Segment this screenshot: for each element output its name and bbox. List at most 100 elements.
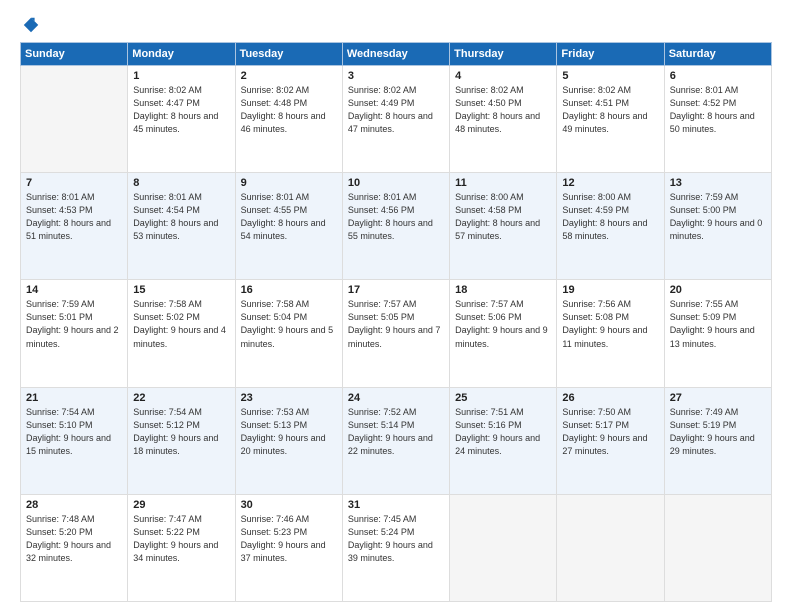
calendar-cell	[557, 494, 664, 601]
calendar-cell: 16Sunrise: 7:58 AMSunset: 5:04 PMDayligh…	[235, 280, 342, 387]
day-number: 27	[670, 392, 766, 404]
day-info: Sunrise: 7:49 AMSunset: 5:19 PMDaylight:…	[670, 406, 766, 458]
calendar-cell: 1 Sunrise: 8:02 AMSunset: 4:47 PMDaylight…	[128, 66, 235, 173]
calendar-cell: 27 Sunrise: 7:49 AMSunset: 5:19 PMDayligh…	[664, 387, 771, 494]
calendar-week-row: 28 Sunrise: 7:48 AMSunset: 5:20 PMDayligh…	[21, 494, 772, 601]
day-number: 2	[241, 70, 337, 82]
day-info: Sunrise: 8:01 AMSunset: 4:55 PMDaylight:…	[241, 191, 337, 243]
calendar-cell: 13 Sunrise: 7:59 AMSunset: 5:00 PMDayligh…	[664, 173, 771, 280]
calendar-cell: 12 Sunrise: 8:00 AMSunset: 4:59 PMDayligh…	[557, 173, 664, 280]
day-number: 30	[241, 499, 337, 511]
day-number: 1	[133, 70, 229, 82]
calendar-cell	[450, 494, 557, 601]
calendar-cell	[21, 66, 128, 173]
day-info: Sunrise: 8:01 AMSunset: 4:54 PMDaylight:…	[133, 191, 229, 243]
day-info: Sunrise: 8:02 AMSunset: 4:47 PMDaylight:…	[133, 84, 229, 136]
page: SundayMondayTuesdayWednesdayThursdayFrid…	[0, 0, 792, 612]
day-info: Sunrise: 7:58 AMSunset: 5:04 PMDaylight:…	[241, 298, 337, 350]
day-number: 23	[241, 392, 337, 404]
calendar-cell: 6 Sunrise: 8:01 AMSunset: 4:52 PMDaylight…	[664, 66, 771, 173]
day-number: 13	[670, 177, 766, 189]
day-number: 18	[455, 284, 551, 296]
day-number: 3	[348, 70, 444, 82]
day-number: 22	[133, 392, 229, 404]
day-number: 6	[670, 70, 766, 82]
day-number: 31	[348, 499, 444, 511]
calendar-cell: 18Sunrise: 7:57 AMSunset: 5:06 PMDayligh…	[450, 280, 557, 387]
day-info: Sunrise: 7:54 AMSunset: 5:10 PMDaylight:…	[26, 406, 122, 458]
weekday-header: Friday	[557, 43, 664, 66]
calendar-cell: 3Sunrise: 8:02 AMSunset: 4:49 PMDaylight…	[342, 66, 449, 173]
day-info: Sunrise: 8:00 AMSunset: 4:59 PMDaylight:…	[562, 191, 658, 243]
day-info: Sunrise: 7:47 AMSunset: 5:22 PMDaylight:…	[133, 513, 229, 565]
calendar-week-row: 21 Sunrise: 7:54 AMSunset: 5:10 PMDayligh…	[21, 387, 772, 494]
logo-icon	[22, 16, 40, 34]
day-number: 20	[670, 284, 766, 296]
day-info: Sunrise: 7:48 AMSunset: 5:20 PMDaylight:…	[26, 513, 122, 565]
day-number: 19	[562, 284, 658, 296]
day-number: 7	[26, 177, 122, 189]
day-number: 9	[241, 177, 337, 189]
day-info: Sunrise: 8:02 AMSunset: 4:50 PMDaylight:…	[455, 84, 551, 136]
calendar-cell: 15 Sunrise: 7:58 AMSunset: 5:02 PMDayligh…	[128, 280, 235, 387]
day-info: Sunrise: 7:59 AMSunset: 5:00 PMDaylight:…	[670, 191, 766, 243]
day-info: Sunrise: 7:57 AMSunset: 5:05 PMDaylight:…	[348, 298, 444, 350]
day-info: Sunrise: 7:56 AMSunset: 5:08 PMDaylight:…	[562, 298, 658, 350]
day-info: Sunrise: 7:45 AMSunset: 5:24 PMDaylight:…	[348, 513, 444, 565]
weekday-header: Monday	[128, 43, 235, 66]
calendar-cell: 14 Sunrise: 7:59 AMSunset: 5:01 PMDayligh…	[21, 280, 128, 387]
calendar-cell	[664, 494, 771, 601]
calendar-week-row: 14 Sunrise: 7:59 AMSunset: 5:01 PMDayligh…	[21, 280, 772, 387]
calendar-cell: 8Sunrise: 8:01 AMSunset: 4:54 PMDaylight…	[128, 173, 235, 280]
day-number: 12	[562, 177, 658, 189]
weekday-header: Sunday	[21, 43, 128, 66]
day-info: Sunrise: 7:53 AMSunset: 5:13 PMDaylight:…	[241, 406, 337, 458]
header	[20, 16, 772, 34]
calendar-cell: 30 Sunrise: 7:46 AMSunset: 5:23 PMDayligh…	[235, 494, 342, 601]
day-number: 17	[348, 284, 444, 296]
day-info: Sunrise: 8:01 AMSunset: 4:52 PMDaylight:…	[670, 84, 766, 136]
calendar-cell: 24Sunrise: 7:52 AMSunset: 5:14 PMDayligh…	[342, 387, 449, 494]
day-number: 5	[562, 70, 658, 82]
day-info: Sunrise: 7:54 AMSunset: 5:12 PMDaylight:…	[133, 406, 229, 458]
calendar-cell: 25 Sunrise: 7:51 AMSunset: 5:16 PMDayligh…	[450, 387, 557, 494]
calendar-cell: 7 Sunrise: 8:01 AMSunset: 4:53 PMDaylight…	[21, 173, 128, 280]
calendar-cell: 26 Sunrise: 7:50 AMSunset: 5:17 PMDayligh…	[557, 387, 664, 494]
day-number: 4	[455, 70, 551, 82]
day-number: 26	[562, 392, 658, 404]
day-number: 14	[26, 284, 122, 296]
calendar-cell: 2 Sunrise: 8:02 AMSunset: 4:48 PMDaylight…	[235, 66, 342, 173]
calendar-cell: 4 Sunrise: 8:02 AMSunset: 4:50 PMDaylight…	[450, 66, 557, 173]
day-info: Sunrise: 7:46 AMSunset: 5:23 PMDaylight:…	[241, 513, 337, 565]
day-info: Sunrise: 8:02 AMSunset: 4:51 PMDaylight:…	[562, 84, 658, 136]
calendar-cell: 17 Sunrise: 7:57 AMSunset: 5:05 PMDayligh…	[342, 280, 449, 387]
day-number: 21	[26, 392, 122, 404]
day-info: Sunrise: 8:00 AMSunset: 4:58 PMDaylight:…	[455, 191, 551, 243]
calendar-cell: 29 Sunrise: 7:47 AMSunset: 5:22 PMDayligh…	[128, 494, 235, 601]
day-info: Sunrise: 7:59 AMSunset: 5:01 PMDaylight:…	[26, 298, 122, 350]
day-info: Sunrise: 7:58 AMSunset: 5:02 PMDaylight:…	[133, 298, 229, 350]
calendar-cell: 21 Sunrise: 7:54 AMSunset: 5:10 PMDayligh…	[21, 387, 128, 494]
day-info: Sunrise: 8:02 AMSunset: 4:48 PMDaylight:…	[241, 84, 337, 136]
day-info: Sunrise: 7:50 AMSunset: 5:17 PMDaylight:…	[562, 406, 658, 458]
day-number: 25	[455, 392, 551, 404]
day-number: 24	[348, 392, 444, 404]
day-number: 28	[26, 499, 122, 511]
calendar-cell: 11 Sunrise: 8:00 AMSunset: 4:58 PMDayligh…	[450, 173, 557, 280]
day-number: 11	[455, 177, 551, 189]
calendar-cell: 22 Sunrise: 7:54 AMSunset: 5:12 PMDayligh…	[128, 387, 235, 494]
day-info: Sunrise: 7:55 AMSunset: 5:09 PMDaylight:…	[670, 298, 766, 350]
logo	[20, 16, 40, 34]
calendar-cell: 20 Sunrise: 7:55 AMSunset: 5:09 PMDayligh…	[664, 280, 771, 387]
calendar-cell: 9 Sunrise: 8:01 AMSunset: 4:55 PMDaylight…	[235, 173, 342, 280]
calendar-week-row: 1 Sunrise: 8:02 AMSunset: 4:47 PMDaylight…	[21, 66, 772, 173]
day-number: 29	[133, 499, 229, 511]
weekday-header-row: SundayMondayTuesdayWednesdayThursdayFrid…	[21, 43, 772, 66]
calendar-cell: 10Sunrise: 8:01 AMSunset: 4:56 PMDayligh…	[342, 173, 449, 280]
day-info: Sunrise: 7:51 AMSunset: 5:16 PMDaylight:…	[455, 406, 551, 458]
calendar-cell: 31 Sunrise: 7:45 AMSunset: 5:24 PMDayligh…	[342, 494, 449, 601]
day-info: Sunrise: 8:01 AMSunset: 4:53 PMDaylight:…	[26, 191, 122, 243]
day-number: 15	[133, 284, 229, 296]
weekday-header: Thursday	[450, 43, 557, 66]
calendar-cell: 5 Sunrise: 8:02 AMSunset: 4:51 PMDaylight…	[557, 66, 664, 173]
